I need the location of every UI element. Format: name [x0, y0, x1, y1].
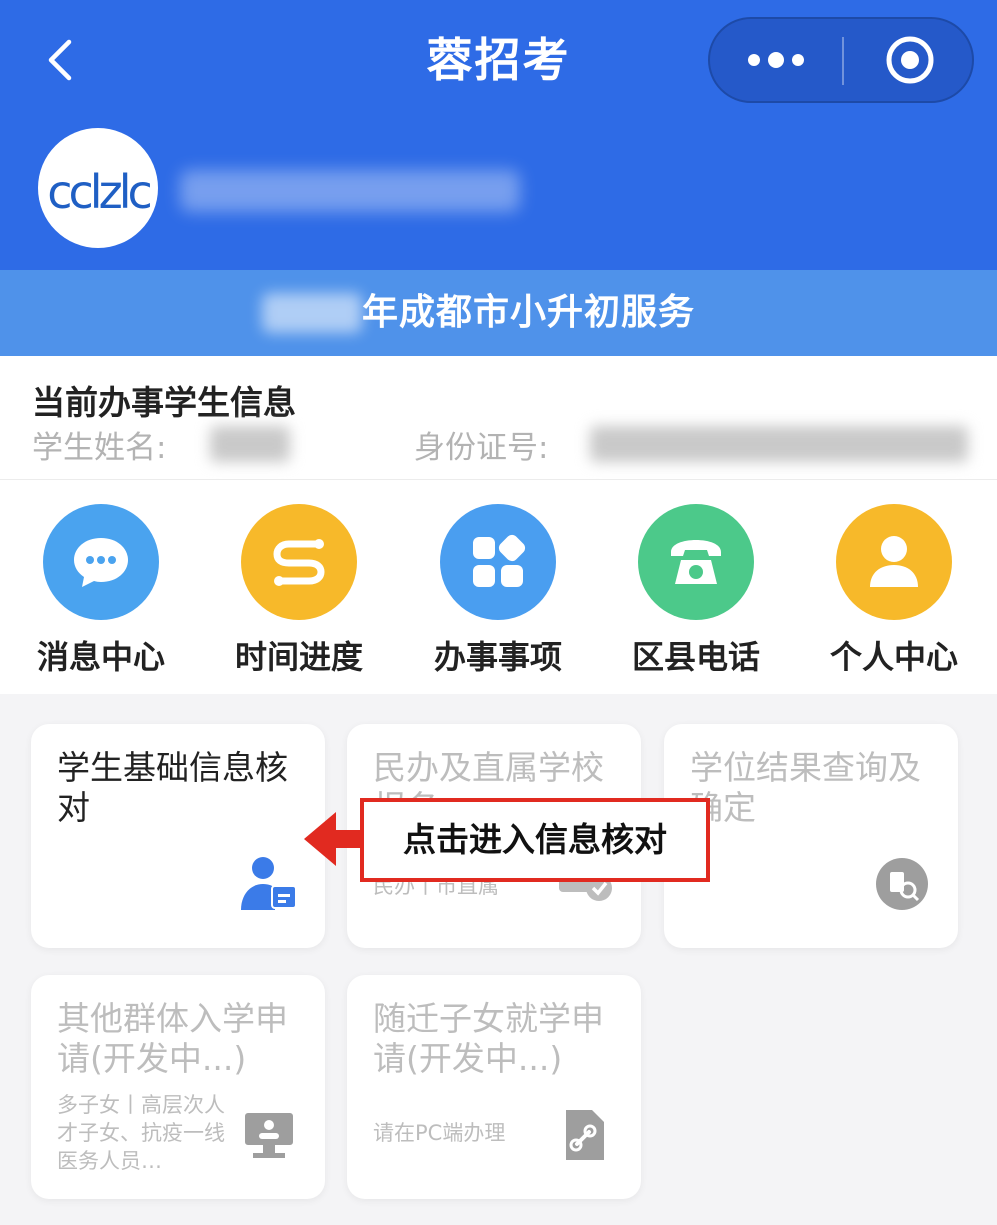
student-name-label: 学生姓名:	[32, 430, 167, 466]
blurred-student-name	[210, 426, 290, 462]
close-mini-program-button[interactable]	[870, 27, 950, 93]
person-icon	[836, 504, 952, 620]
nav-label: 个人中心	[829, 638, 958, 676]
document-link-icon	[555, 1105, 615, 1165]
logo-text: cclzlc	[47, 165, 150, 219]
card-title: 随迁子女就学申请(开发中...)	[373, 999, 604, 1078]
nav-services[interactable]: 办事事项	[418, 504, 578, 684]
annotation-callout: 点击进入信息核对	[360, 798, 710, 882]
monitor-icon	[239, 1105, 299, 1165]
timeline-icon	[241, 504, 357, 620]
blurred-year	[262, 293, 362, 333]
result-search-icon	[872, 854, 932, 914]
mini-program-capsule	[708, 17, 974, 103]
blurred-user-id	[180, 170, 520, 212]
student-info-panel: 当前办事学生信息 学生姓名: 身份证号:	[0, 356, 997, 480]
annotation-text: 点击进入信息核对	[403, 820, 667, 859]
nav-district-phone[interactable]: 区县电话	[616, 504, 776, 684]
grid-apps-icon	[440, 504, 556, 620]
card-student-info-check[interactable]: 学生基础信息核对	[31, 724, 325, 948]
card-migrant-children[interactable]: 随迁子女就学申请(开发中...) 请在PC端办理	[347, 975, 641, 1199]
card-title: 其他群体入学申请(开发中...)	[57, 999, 288, 1078]
red-arrow-annotation	[304, 812, 366, 866]
card-subtitle: 请在PC端办理	[373, 1121, 506, 1145]
nav-label: 时间进度	[234, 638, 363, 676]
capsule-divider	[842, 37, 844, 85]
card-other-groups[interactable]: 其他群体入学申请(开发中...) 多子女丨高层次人才子女、抗疫一线医务人员…	[31, 975, 325, 1199]
card-title: 学生基础信息核对	[57, 748, 288, 827]
blurred-id-number	[590, 426, 968, 462]
cclzlc-logo: cclzlc	[47, 165, 154, 219]
nav-label: 消息中心	[36, 638, 165, 676]
id-number-label: 身份证号:	[414, 430, 549, 466]
chat-bubble-icon	[43, 504, 159, 620]
nav-time-progress[interactable]: 时间进度	[219, 504, 379, 684]
avatar[interactable]: cclzlc	[38, 128, 158, 248]
quick-nav: 消息中心 时间进度 办事事项 区县电话 个人中心	[0, 480, 997, 694]
service-banner: 年成都市小升初服务	[0, 270, 997, 356]
banner-title: 年成都市小升初服务	[362, 292, 696, 333]
card-subtitle: 多子女丨高层次人才子女、抗疫一线医务人员…	[57, 1093, 225, 1173]
card-title: 学位结果查询及确定	[690, 748, 921, 827]
user-id-icon	[239, 854, 299, 914]
target-circle-icon	[886, 36, 934, 84]
more-button[interactable]	[730, 27, 822, 93]
telephone-icon	[638, 504, 754, 620]
nav-message-center[interactable]: 消息中心	[21, 504, 181, 684]
header-bar: 蓉招考 cclzlc	[0, 0, 997, 270]
student-info-title: 当前办事学生信息	[32, 383, 296, 422]
nav-label: 区县电话	[631, 638, 760, 676]
more-dots-icon	[748, 52, 804, 68]
nav-label: 办事事项	[433, 638, 562, 676]
nav-personal-center[interactable]: 个人中心	[814, 504, 974, 684]
